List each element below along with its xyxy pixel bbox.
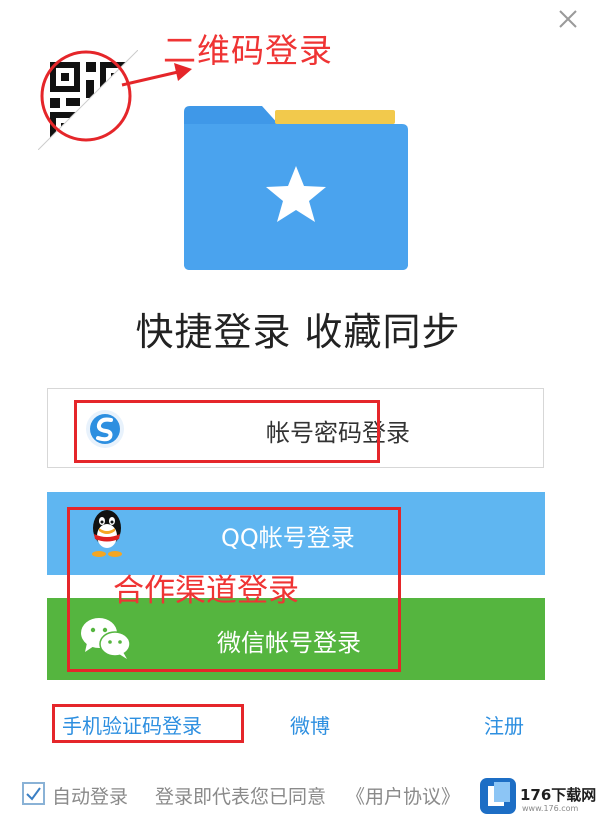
annotation-box-phone — [52, 704, 244, 743]
annotation-box-account — [74, 400, 380, 463]
agreement-notice: 登录即代表您已同意 — [155, 786, 327, 808]
auto-login-label: 自动登录 — [52, 786, 129, 808]
site-watermark: 176下载网 www.176.com — [478, 770, 596, 830]
watermark-url: www.176.com — [522, 804, 579, 813]
auto-login-checkbox[interactable] — [22, 782, 45, 805]
close-button[interactable] — [553, 4, 583, 34]
checkmark-icon — [26, 787, 41, 801]
annotation-qr-login: 二维码登录 — [163, 31, 333, 70]
slogan: 快捷登录 收藏同步 — [135, 310, 461, 354]
weibo-login-link[interactable]: 微博 — [290, 710, 330, 739]
annotation-partner-login: 合作渠道登录 — [113, 573, 299, 609]
close-icon — [559, 10, 577, 28]
user-agreement-link[interactable]: 《用户协议》 — [346, 782, 460, 809]
favorites-folder-illustration — [180, 96, 410, 274]
register-link[interactable]: 注册 — [484, 710, 524, 739]
watermark-brand: 176下载网 — [520, 786, 596, 804]
